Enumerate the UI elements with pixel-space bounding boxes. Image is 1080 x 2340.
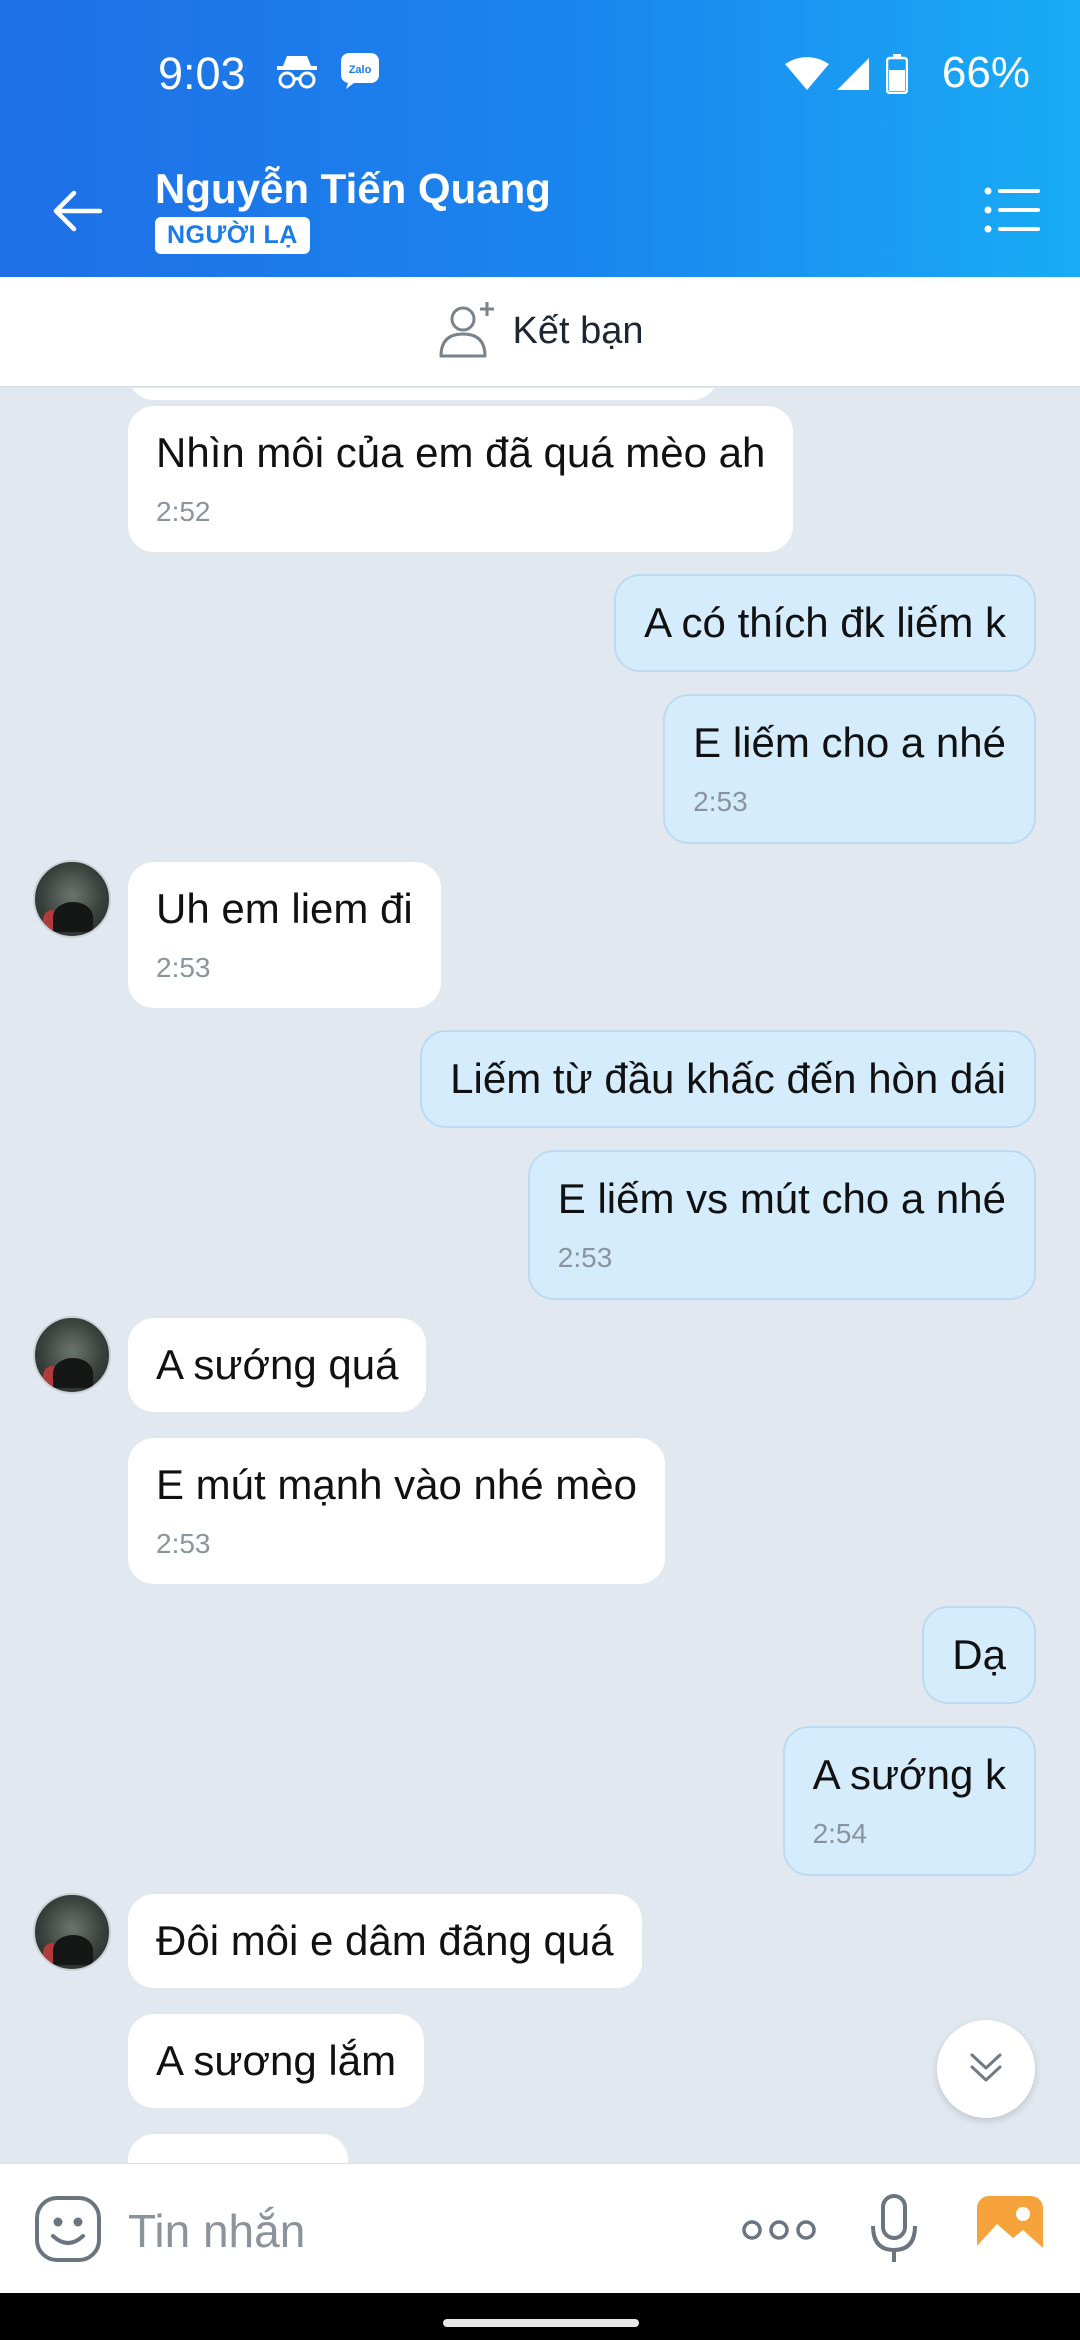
- more-dots-icon[interactable]: [740, 2216, 818, 2249]
- message-text: A sương lắm: [156, 2037, 397, 2084]
- message-input[interactable]: Tin nhắn: [128, 2204, 305, 2258]
- signal-icon: [835, 56, 871, 97]
- battery-icon: [885, 54, 909, 99]
- message-bubble[interactable]: Dạ: [922, 1606, 1036, 1704]
- chat-header: Nguyễn Tiến Quang NGƯỜI LẠ: [0, 145, 1080, 277]
- mic-icon[interactable]: [868, 2192, 920, 2271]
- message-text: Nhìn môi của em đã quá mèo ah: [156, 429, 766, 476]
- message-text: A có thích đk liếm k: [644, 599, 1006, 646]
- message-bubble-partial: [128, 2134, 348, 2163]
- svg-text:Zalo: Zalo: [349, 64, 372, 76]
- message-bubble[interactable]: Uh em liem đi 2:53: [128, 862, 441, 1008]
- message-text: Dạ: [952, 1631, 1006, 1678]
- emoji-icon[interactable]: [33, 2194, 103, 2269]
- message-text: Uh em liem đi: [156, 885, 413, 932]
- top-header-background: 9:03 Zalo 66% Nguyễn Tiến Quang NGƯỜI LẠ: [0, 0, 1080, 277]
- message-text: E liếm vs mút cho a nhé: [557, 1175, 1006, 1222]
- status-bar: 9:03 Zalo 66%: [0, 0, 1080, 145]
- message-bubble[interactable]: Đôi môi e dâm đãng quá: [128, 1894, 642, 1988]
- message-time: 2:53: [693, 786, 748, 817]
- message-text: Đôi môi e dâm đãng quá: [156, 1917, 614, 1964]
- incognito-icon: [275, 52, 319, 97]
- message-text: A sướng k: [812, 1751, 1006, 1798]
- avatar[interactable]: [33, 860, 111, 938]
- message-bubble[interactable]: A sướng quá: [128, 1318, 427, 1412]
- wifi-icon: [785, 56, 829, 97]
- chevron-down-icon: [966, 2047, 1006, 2092]
- message-text: Liếm từ đầu khấc đến hòn dái: [450, 1055, 1006, 1102]
- stranger-badge: NGƯỜI LẠ: [155, 217, 310, 254]
- contact-name[interactable]: Nguyễn Tiến Quang: [155, 165, 551, 213]
- message-time: 2:52: [156, 496, 211, 527]
- message-bubble-partial: [128, 388, 718, 400]
- avatar[interactable]: [33, 1316, 111, 1394]
- message-bubble[interactable]: E liếm cho a nhé 2:53: [663, 694, 1036, 844]
- zalo-icon: Zalo: [340, 52, 380, 95]
- home-gesture-pill[interactable]: [443, 2319, 639, 2327]
- message-bubble[interactable]: A sướng k 2:54: [782, 1726, 1036, 1876]
- avatar[interactable]: [33, 1893, 111, 1971]
- message-bubble[interactable]: A sương lắm: [128, 2014, 425, 2108]
- add-friend-label: Kết bạn: [512, 310, 644, 352]
- message-composer: Tin nhắn: [0, 2163, 1080, 2293]
- add-friend-button[interactable]: Kết bạn: [0, 277, 1080, 387]
- back-arrow-icon[interactable]: [48, 181, 108, 241]
- gallery-icon[interactable]: [975, 2194, 1045, 2265]
- message-time: 2:53: [156, 1528, 211, 1559]
- message-time: 2:53: [557, 1242, 613, 1273]
- battery-percentage: 66%: [941, 48, 1030, 97]
- message-time: 2:53: [156, 952, 211, 983]
- message-bubble[interactable]: E mút mạnh vào nhé mèo 2:53: [128, 1438, 665, 1584]
- message-list[interactable]: Nhìn môi của em đã quá mèo ah 2:52 A có …: [0, 388, 1080, 2163]
- menu-list-icon[interactable]: [982, 185, 1042, 235]
- message-bubble[interactable]: Liếm từ đầu khấc đến hòn dái: [420, 1030, 1036, 1128]
- message-bubble[interactable]: A có thích đk liếm k: [614, 574, 1036, 672]
- message-bubble[interactable]: Nhìn môi của em đã quá mèo ah 2:52: [128, 406, 794, 552]
- message-bubble[interactable]: E liếm vs mút cho a nhé 2:53: [527, 1150, 1036, 1300]
- message-text: E liếm cho a nhé: [693, 719, 1006, 766]
- scroll-to-bottom-button[interactable]: [937, 2020, 1035, 2118]
- message-time: 2:54: [812, 1818, 868, 1849]
- system-navigation-bar: [0, 2293, 1080, 2340]
- message-text: A sướng quá: [156, 1341, 399, 1388]
- status-time: 9:03: [158, 48, 246, 99]
- add-friend-icon: [437, 300, 499, 363]
- message-text: E mút mạnh vào nhé mèo: [156, 1461, 637, 1508]
